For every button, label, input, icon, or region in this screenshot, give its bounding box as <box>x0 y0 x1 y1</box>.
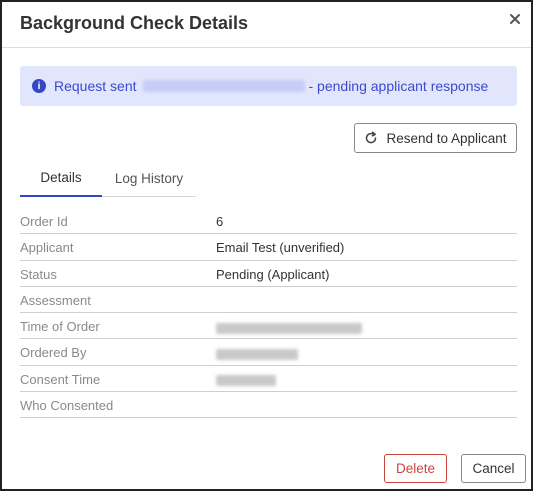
redacted-timestamp <box>142 80 305 92</box>
detail-label: Assessment <box>20 292 91 308</box>
dialog-header: Background Check Details <box>2 2 531 48</box>
detail-label: Time of Order <box>20 319 100 335</box>
detail-label: Consent Time <box>20 371 101 387</box>
status-alert: i Request sent - pending applicant respo… <box>20 66 517 106</box>
detail-row: Applicant Email Test (unverified) <box>20 234 517 261</box>
alert-prefix: Request sent <box>54 78 137 94</box>
close-icon[interactable] <box>507 11 523 27</box>
cancel-button[interactable]: Cancel <box>461 454 526 483</box>
resend-label: Resend to Applicant <box>386 130 507 146</box>
redacted-value <box>216 322 362 334</box>
detail-row: Consent Time <box>20 366 517 393</box>
detail-value-redacted <box>216 319 362 334</box>
info-icon: i <box>32 79 46 93</box>
detail-value: Pending (Applicant) <box>216 266 330 282</box>
detail-label: Status <box>20 266 57 282</box>
detail-row: Who Consented <box>20 392 517 419</box>
detail-row: Assessment <box>20 287 517 314</box>
redacted-value <box>216 375 276 387</box>
detail-row: Status Pending (Applicant) <box>20 261 517 287</box>
detail-row: Time of Order <box>20 313 517 340</box>
detail-label: Order Id <box>20 214 68 229</box>
detail-tabs: Details Log History <box>20 160 196 197</box>
detail-value-redacted <box>216 345 298 361</box>
detail-value: Email Test (unverified) <box>216 240 345 256</box>
tab-details[interactable]: Details <box>20 160 102 197</box>
detail-value-redacted <box>216 372 276 387</box>
redacted-value <box>216 349 298 361</box>
dialog-title: Background Check Details <box>20 13 249 33</box>
detail-label: Who Consented <box>20 398 114 414</box>
detail-label: Ordered By <box>20 345 87 361</box>
detail-value: 6 <box>216 214 224 229</box>
alert-suffix: - pending applicant response <box>308 78 489 94</box>
detail-row: Ordered By <box>20 339 517 366</box>
background-check-dialog: Background Check Details i Request sent … <box>0 0 533 491</box>
detail-label: Applicant <box>20 240 74 256</box>
tab-log-history[interactable]: Log History <box>102 160 196 197</box>
details-table: Order Id 6 Applicant Email Test (unverif… <box>20 208 517 419</box>
refresh-icon <box>366 131 377 144</box>
resend-to-applicant-button[interactable]: Resend to Applicant <box>354 123 517 153</box>
detail-row: Order Id 6 <box>20 208 517 235</box>
delete-button[interactable]: Delete <box>384 454 447 483</box>
